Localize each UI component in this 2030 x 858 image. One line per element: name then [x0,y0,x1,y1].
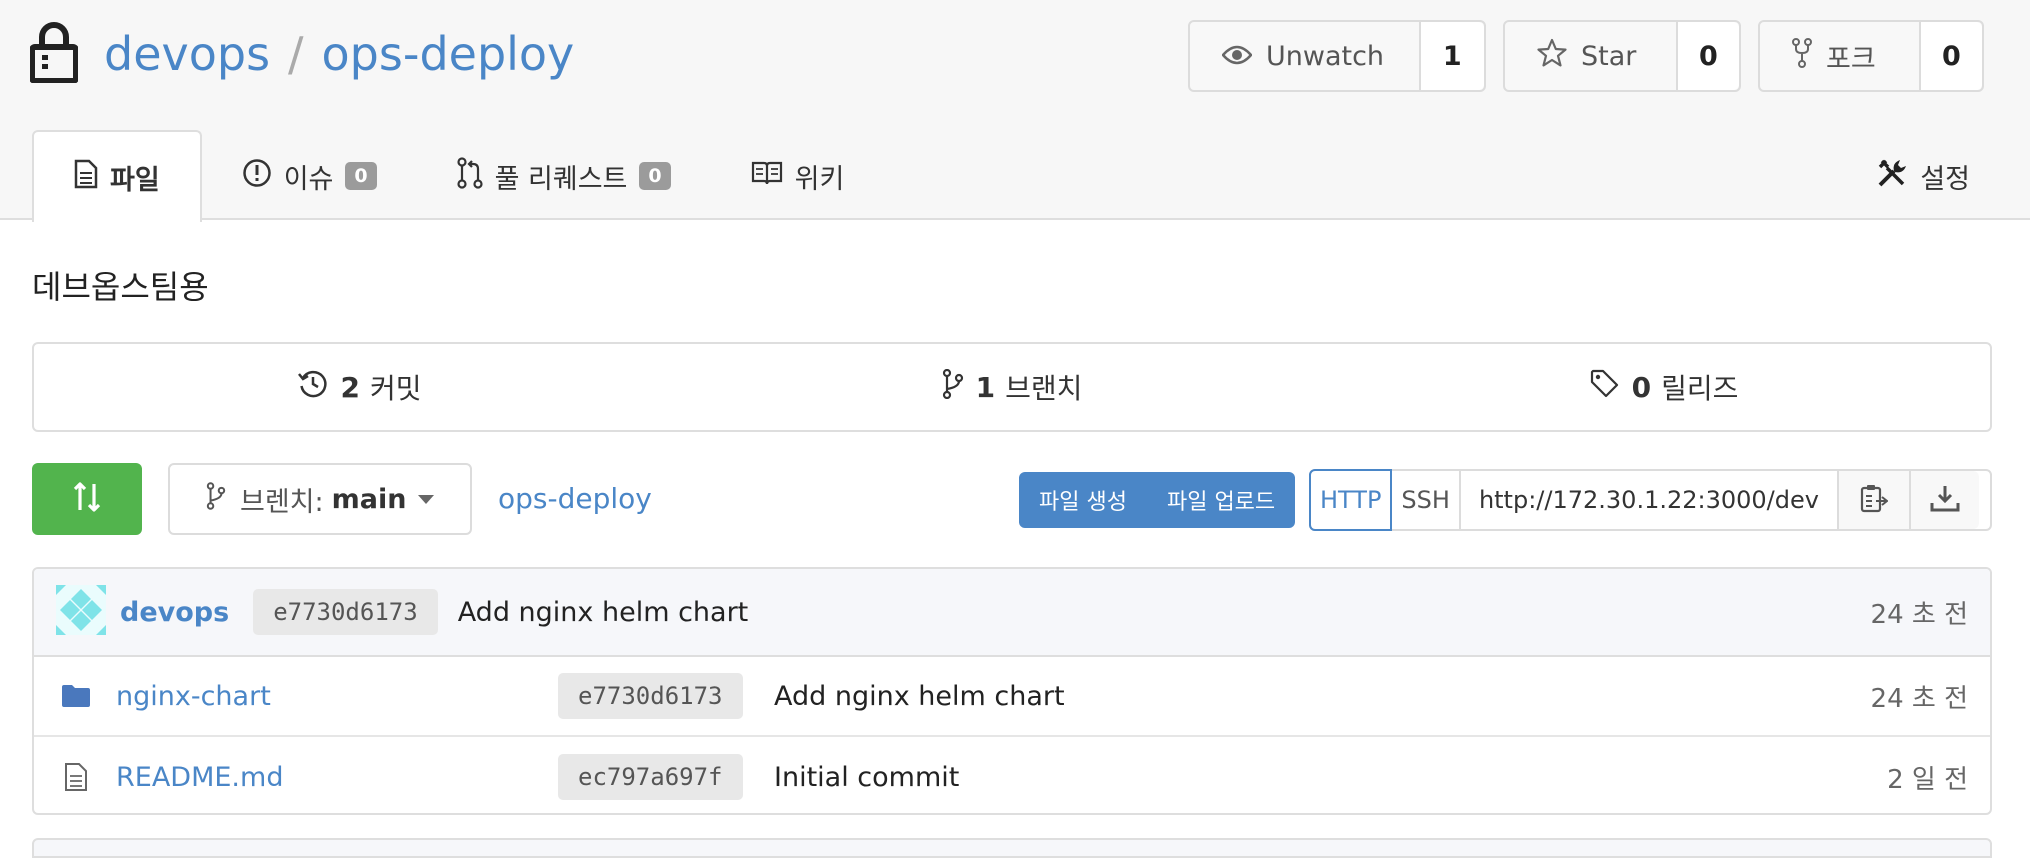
caret-down-icon [418,494,435,504]
new-file-button[interactable]: 파일 생성 [1019,472,1147,528]
tab-files-label: 파일 [110,164,160,196]
fork-button-group: 포크 0 [1758,20,1984,92]
readme-panel-edge [32,838,1992,858]
clipboard-copy-icon [1860,483,1889,517]
repo-description: 데브옵스팀용 [32,268,209,306]
download-button[interactable] [1908,471,1979,529]
branches-label: 브랜치 [1005,372,1083,405]
fork-label: 포크 [1826,43,1876,75]
tab-pull-requests[interactable]: 풀 리퀘스트 0 [417,130,711,222]
repo-title: devops / ops-deploy [29,14,575,94]
history-icon [298,369,340,406]
compare-button[interactable] [32,463,142,535]
breadcrumb-repo-link[interactable]: ops-deploy [498,482,652,515]
clone-ssh-button[interactable]: SSH [1392,471,1461,529]
tab-wiki-label: 위키 [794,163,845,195]
copy-url-button[interactable] [1838,471,1909,529]
star-button[interactable]: Star [1505,22,1678,90]
star-icon [1537,38,1581,75]
fork-button[interactable]: 포크 [1760,22,1921,90]
commit-author-link[interactable]: devops [120,597,229,628]
file-action-buttons: 파일 생성 파일 업로드 [1019,472,1296,528]
repo-separator: / [288,27,304,81]
clone-http-button[interactable]: HTTP [1309,469,1393,531]
branches-count: 1 [975,370,996,404]
compare-arrows-icon [72,480,102,518]
eye-icon [1221,41,1266,72]
repo-tabs: 파일 이슈 0 풀 리퀘스트 0 위키 [32,130,884,222]
tab-issues[interactable]: 이슈 0 [202,130,417,222]
file-table: devops e7730d6173 Add nginx helm chart 2… [32,567,1992,815]
branch-prefix-label: 브렌치: [240,486,324,518]
repo-name-link[interactable]: ops-deploy [322,27,575,81]
upload-file-button[interactable]: 파일 업로드 [1147,472,1295,528]
file-name-link[interactable]: README.md [116,762,283,793]
commit-message-link[interactable]: Add nginx helm chart [458,597,749,628]
tab-settings[interactable]: 설정 [1876,130,1970,222]
clone-panel: HTTP SSH [1309,469,1992,531]
commits-stat-link[interactable]: 2 커밋 [34,367,686,407]
download-icon [1930,484,1960,516]
file-commit-sha-link[interactable]: e7730d6173 [558,673,743,719]
tab-pull-requests-label: 풀 리퀘스트 [494,163,628,195]
file-commit-sha-link[interactable]: ec797a697f [558,754,743,800]
file-commit-age: 2 일 전 [1887,764,1968,795]
tab-settings-label: 설정 [1920,163,1970,195]
tools-icon [1876,157,1920,196]
commits-count: 2 [340,370,360,404]
folder-icon [60,684,92,708]
watch-button-group: Unwatch 1 [1188,20,1486,92]
fork-count[interactable]: 0 [1920,22,1982,90]
releases-label: 릴리즈 [1661,372,1739,405]
table-row: README.md ec797a697f Initial commit 2 일 … [34,737,1990,813]
pulls-count-badge: 0 [639,162,671,190]
star-label: Star [1581,40,1637,72]
book-icon [751,160,795,193]
lock-icon [29,21,104,87]
fork-icon [1792,37,1826,75]
unwatch-label: Unwatch [1266,40,1385,72]
releases-count: 0 [1631,370,1652,404]
tag-icon [1590,369,1632,406]
branch-icon [206,481,240,517]
watch-count[interactable]: 1 [1420,22,1484,90]
issues-count-badge: 0 [345,162,377,190]
issue-icon [242,158,284,195]
star-button-group: Star 0 [1503,20,1741,92]
pull-request-icon [457,156,495,196]
file-name-link[interactable]: nginx-chart [116,681,271,712]
branch-dropdown[interactable]: 브렌치: main [168,463,472,535]
tab-issues-label: 이슈 [283,163,334,195]
branch-icon [942,368,976,406]
table-row: nginx-chart e7730d6173 Add nginx helm ch… [34,657,1990,737]
file-text-icon [74,159,110,196]
tab-wiki[interactable]: 위키 [711,130,885,222]
branches-stat-link[interactable]: 1 브랜치 [686,367,1338,407]
commit-sha-link[interactable]: e7730d6173 [253,589,438,635]
commits-label: 커밋 [369,372,422,405]
commit-age: 24 초 전 [1870,599,1968,630]
file-icon [60,762,92,792]
clone-url-input[interactable] [1460,471,1839,529]
file-commit-message-link[interactable]: Initial commit [774,762,959,793]
tab-files[interactable]: 파일 [32,130,202,222]
releases-stat-link[interactable]: 0 릴리즈 [1338,367,1990,407]
repo-owner-link[interactable]: devops [104,27,270,81]
branch-value: main [331,483,407,515]
avatar[interactable] [34,585,120,639]
repo-header: devops / ops-deploy Unwatch 1 Star 0 포크 [0,0,2030,222]
star-count[interactable]: 0 [1677,22,1739,90]
repo-stats-bar: 2 커밋 1 브랜치 0 릴리즈 [32,342,1992,432]
latest-commit-header: devops e7730d6173 Add nginx helm chart 2… [34,569,1990,657]
file-commit-age: 24 초 전 [1870,683,1968,714]
unwatch-button[interactable]: Unwatch [1190,22,1421,90]
file-commit-message-link[interactable]: Add nginx helm chart [774,681,1065,712]
